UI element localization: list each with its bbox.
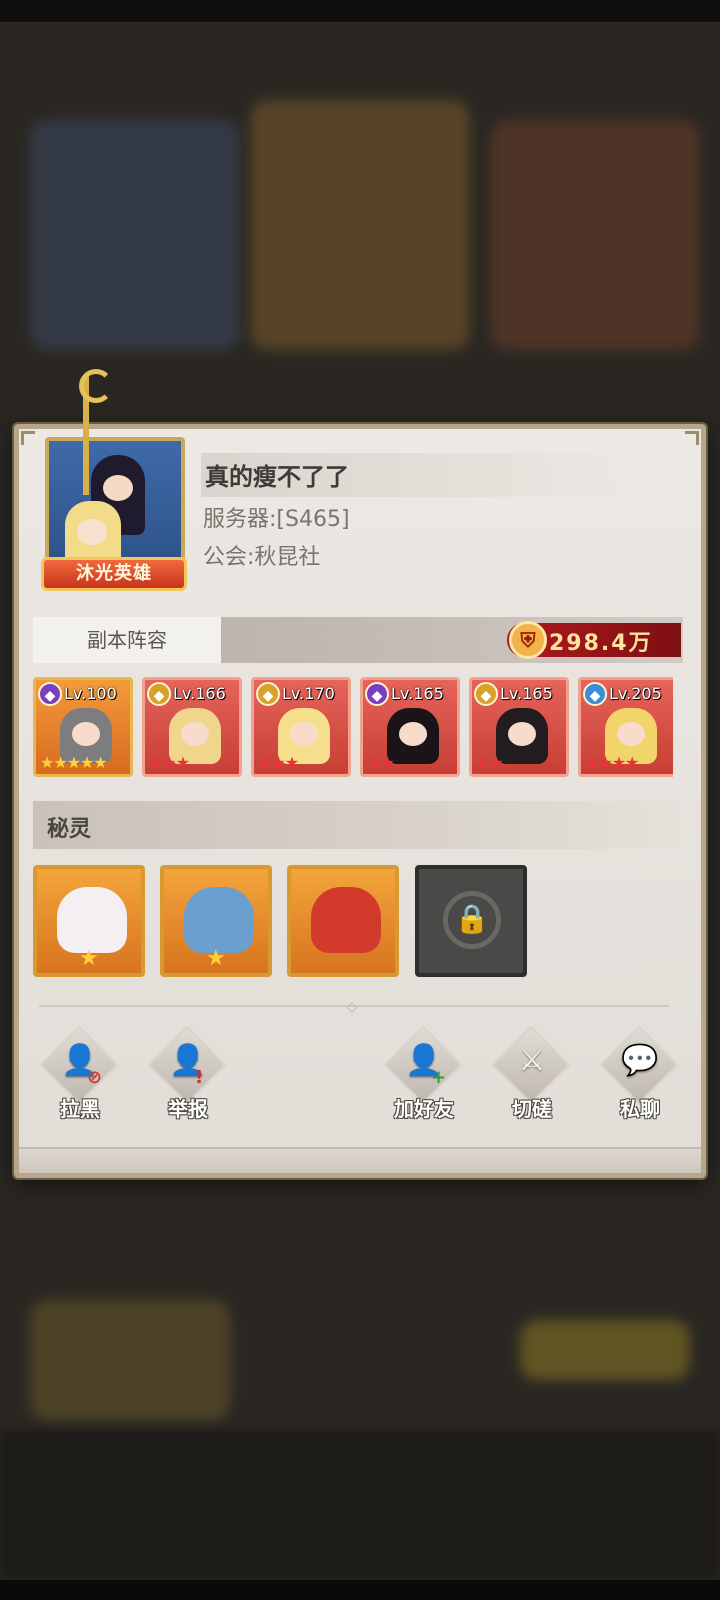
hero-lineup: ◆ Lv.100 ★★★★★ ◆ Lv.166 ★★★ ◆ Lv.170 ★★★ ◆ Lv.165 ★… <box>33 677 673 781</box>
gold-faction-icon: ◆ <box>474 682 498 706</box>
action-label: 私聊 <box>620 1097 660 1121</box>
hero-level: Lv.100 <box>64 684 117 703</box>
hero-face <box>508 722 536 746</box>
avatar-character-face <box>77 519 107 545</box>
lock-icon: 🔒 <box>454 902 490 935</box>
blue-unicorn-spirit-icon <box>184 887 254 953</box>
purple-faction-icon: ◆ <box>365 682 389 706</box>
hero-stars: ★★★ <box>149 753 190 772</box>
spirit-card[interactable] <box>287 865 399 977</box>
badge-icon: ! <box>195 1067 204 1088</box>
hero-face <box>290 722 318 746</box>
hero-face <box>399 722 427 746</box>
player-info-dialog: 沐光英雄 真的瘦不了了 服务器:[S465] 公会:秋昆社 副本阵容 ⛨ 298… <box>14 369 706 1178</box>
block-button[interactable]: 👤 ⊘ 拉黑 <box>37 1025 123 1123</box>
dialog-footer <box>19 1147 701 1173</box>
avatar-character-face <box>103 475 133 501</box>
hero-face <box>181 722 209 746</box>
chat-bubble-icon: 💬 <box>621 1043 659 1078</box>
status-bar <box>0 0 720 22</box>
background-card <box>250 100 470 350</box>
hero-card[interactable]: ◆ Lv.170 ★★★ <box>251 677 351 777</box>
hero-stars: ★★★★★ <box>40 753 108 772</box>
badge-icon: ⊘ <box>87 1067 103 1088</box>
background-card <box>30 120 240 350</box>
red-dragon-spirit-icon <box>311 887 381 953</box>
hero-level: Lv.205 <box>609 684 662 703</box>
tab-dungeon-lineup[interactable]: 副本阵容 <box>33 617 221 663</box>
power-icon: ⛨ <box>509 621 547 659</box>
purple-faction-icon: ◆ <box>38 682 62 706</box>
hero-level: Lv.165 <box>391 684 444 703</box>
action-label: 切磋 <box>512 1097 552 1121</box>
background-button <box>520 1320 690 1380</box>
spirit-card[interactable]: ★ <box>33 865 145 977</box>
duel-button[interactable]: ⚔ 切磋 <box>489 1025 575 1123</box>
spirit-card[interactable]: ★ <box>160 865 272 977</box>
crescent-moon-icon <box>79 369 113 403</box>
add-friend-button[interactable]: 👤 + 加好友 <box>381 1025 467 1123</box>
navigation-bar <box>0 1580 720 1600</box>
badge-icon: + <box>431 1067 447 1088</box>
white-rabbit-spirit-icon <box>57 887 127 953</box>
frame-corner <box>685 431 699 445</box>
action-label: 拉黑 <box>60 1097 100 1121</box>
hero-level: Lv.170 <box>282 684 335 703</box>
player-name: 真的瘦不了了 <box>205 463 349 491</box>
avatar-title-badge: 沐光英雄 <box>41 557 187 591</box>
hero-card[interactable]: ◆ Lv.165 ★★ <box>469 677 569 777</box>
report-user-icon: 👤 <box>169 1043 207 1078</box>
spirit-header <box>33 801 683 849</box>
blue-faction-icon: ◆ <box>583 682 607 706</box>
guild-info: 公会:秋昆社 <box>203 545 321 570</box>
report-button[interactable]: 👤! 举报 <box>145 1025 231 1123</box>
crossed-swords-icon: ⚔ <box>518 1043 546 1078</box>
hero-card[interactable]: ◆ Lv.166 ★★★ <box>142 677 242 777</box>
frame-corner <box>21 431 35 445</box>
game-screen: 沐光英雄 真的瘦不了了 服务器:[S465] 公会:秋昆社 副本阵容 ⛨ 298… <box>0 0 720 1600</box>
hero-level: Lv.166 <box>173 684 226 703</box>
divider-ornament-icon: ◇ <box>346 999 358 1015</box>
chat-button[interactable]: 💬 私聊 <box>597 1025 683 1123</box>
hero-card[interactable]: ◆ Lv.165 ★★ <box>360 677 460 777</box>
spirit-star-icon: ★ <box>206 946 226 971</box>
gold-faction-icon: ◆ <box>147 682 171 706</box>
gold-faction-icon: ◆ <box>256 682 280 706</box>
action-label: 举报 <box>168 1097 208 1121</box>
power-value: 298.4万 <box>549 631 653 656</box>
hero-stars: ★★★★ <box>585 753 639 772</box>
hero-card[interactable]: ◆ Lv.205 ★★★★ <box>578 677 673 777</box>
hero-face <box>617 722 645 746</box>
hero-level: Lv.165 <box>500 684 553 703</box>
server-info: 服务器:[S465] <box>203 507 350 532</box>
hero-card[interactable]: ◆ Lv.100 ★★★★★ <box>33 677 133 777</box>
hero-stars: ★★ <box>476 753 504 772</box>
spirit-star-icon: ★ <box>79 946 99 971</box>
hero-face <box>72 722 100 746</box>
background-card <box>30 1300 230 1420</box>
locked-spirit-slot[interactable]: 🔒 <box>415 865 527 977</box>
hero-stars: ★★ <box>367 753 395 772</box>
hero-stars: ★★★ <box>258 753 299 772</box>
background-bottom-nav <box>0 1430 720 1580</box>
spirit-section-title: 秘灵 <box>47 817 92 842</box>
action-label: 加好友 <box>394 1097 454 1121</box>
background-card <box>490 120 700 350</box>
block-user-icon: 👤 <box>61 1043 99 1078</box>
add-friend-icon: 👤 <box>405 1043 443 1078</box>
